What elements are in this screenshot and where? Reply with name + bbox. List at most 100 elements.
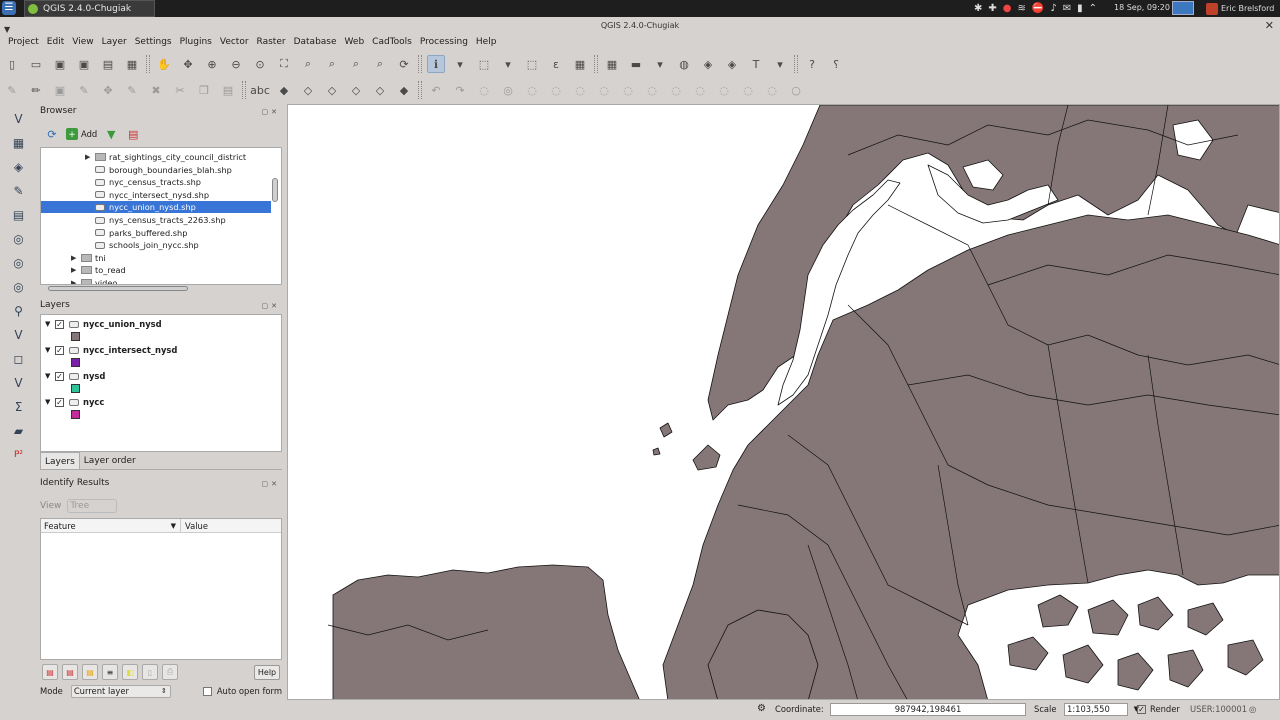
zoom-next-icon[interactable]: ⌕ bbox=[371, 55, 389, 73]
change-label-icon[interactable]: ◇ bbox=[371, 81, 389, 99]
layer-visibility-checkbox[interactable]: ✓ bbox=[55, 345, 64, 355]
add-vector-layer-icon[interactable]: V bbox=[9, 110, 29, 128]
pan-to-selection-icon[interactable]: ✥ bbox=[179, 55, 197, 73]
wifi-icon[interactable]: ≋ bbox=[1018, 3, 1026, 14]
expand-new-results-icon[interactable]: ▤ bbox=[82, 664, 98, 680]
record-icon[interactable]: ● bbox=[1003, 3, 1012, 14]
panel-float-close-icons[interactable]: ▢✕ bbox=[262, 108, 280, 116]
browser-horizontal-scrollbar[interactable] bbox=[40, 285, 282, 293]
identify-results-table[interactable]: Feature ▼ Value bbox=[40, 518, 282, 660]
delete-part-icon[interactable]: ◌ bbox=[595, 81, 613, 99]
menu-view[interactable]: View bbox=[68, 34, 97, 51]
menu-settings[interactable]: Settings bbox=[131, 34, 176, 51]
whats-this-icon[interactable]: ⸮ bbox=[827, 55, 845, 73]
small-island-polygon[interactable] bbox=[652, 447, 661, 456]
layer-symbol-swatch[interactable] bbox=[71, 410, 80, 419]
messages-icon[interactable]: ◎ bbox=[1249, 704, 1256, 714]
collapse-tree-icon[interactable]: ▤ bbox=[62, 664, 78, 680]
expand-arrow-icon[interactable]: ▶ bbox=[71, 264, 81, 276]
layer-row[interactable]: ▼ ✓ nycc bbox=[45, 396, 104, 408]
menu-project[interactable]: Project bbox=[4, 34, 43, 51]
map-render[interactable] bbox=[288, 105, 1280, 700]
add-feature-icon[interactable]: ✎ bbox=[75, 81, 93, 99]
layer-row[interactable]: ▼ ✓ nycc_union_nysd bbox=[45, 318, 162, 330]
node-tool-icon[interactable]: ✎ bbox=[123, 81, 141, 99]
browser-item[interactable]: ▶ video bbox=[41, 277, 117, 284]
bluetooth-icon[interactable]: ✱ bbox=[974, 3, 982, 14]
add-ring-icon[interactable]: ◎ bbox=[499, 81, 517, 99]
move-feature-icon[interactable]: ✥ bbox=[99, 81, 117, 99]
copy-features-icon[interactable]: ❐ bbox=[195, 81, 213, 99]
show-hide-labels-icon[interactable]: ◇ bbox=[299, 81, 317, 99]
menu-vector[interactable]: Vector bbox=[216, 34, 253, 51]
clear-highlights-icon[interactable]: ◧ bbox=[122, 664, 138, 680]
layer-name[interactable]: nycc_intersect_nysd bbox=[83, 345, 177, 355]
add-mssql-icon[interactable]: ▤ bbox=[9, 206, 29, 224]
deselect-icon[interactable]: ⬚ bbox=[523, 55, 541, 73]
menu-layer[interactable]: Layer bbox=[98, 34, 131, 51]
refresh-icon[interactable]: ⟳ bbox=[44, 126, 60, 142]
annotation-dropdown-icon[interactable]: ▾ bbox=[771, 55, 789, 73]
collapse-all-icon[interactable]: ▤ bbox=[125, 126, 141, 142]
panel-float-close-icons[interactable]: ▢✕ bbox=[262, 480, 280, 488]
undo-icon[interactable]: ↶ bbox=[427, 81, 445, 99]
show-bookmarks-icon[interactable]: ◈ bbox=[723, 55, 741, 73]
clock[interactable]: 18 Sep, 09:20 bbox=[1114, 3, 1170, 12]
attribute-table-icon[interactable]: ▦ bbox=[571, 55, 589, 73]
identify-icon[interactable]: ℹ bbox=[427, 55, 445, 73]
field-calculator-icon[interactable]: ▦ bbox=[603, 55, 621, 73]
delete-selected-icon[interactable]: ✖ bbox=[147, 81, 165, 99]
close-icon[interactable]: ✕ bbox=[1265, 17, 1274, 34]
small-island-polygon[interactable] bbox=[692, 444, 721, 471]
volume-icon[interactable]: ♪ bbox=[1050, 3, 1056, 14]
split-features-icon[interactable]: ◌ bbox=[667, 81, 685, 99]
layer-visibility-checkbox[interactable]: ✓ bbox=[55, 371, 64, 381]
browser-item[interactable]: borough_boundaries_blah.shp bbox=[41, 164, 232, 176]
browser-item[interactable]: nycc_union_nysd.shp bbox=[41, 201, 271, 214]
browser-vertical-scrollbar[interactable] bbox=[272, 178, 278, 202]
filter-icon[interactable]: ▼ bbox=[103, 126, 119, 142]
browser-item[interactable]: ▶ rat_sightings_city_council_district bbox=[41, 151, 246, 163]
menu-web[interactable]: Web bbox=[341, 34, 369, 51]
panel-float-close-icons[interactable]: ▢✕ bbox=[262, 302, 280, 310]
p2-icon[interactable]: P² bbox=[9, 446, 29, 464]
add-raster-layer-icon[interactable]: ▦ bbox=[9, 134, 29, 152]
print-icon[interactable]: ⎙ bbox=[162, 664, 178, 680]
new-shapefile-icon[interactable]: V bbox=[9, 326, 29, 344]
ruler-icon[interactable]: ▰ bbox=[9, 422, 29, 440]
collapse-arrow-icon[interactable]: ▼ bbox=[45, 320, 55, 328]
tab-layer-order[interactable]: Layer order bbox=[80, 452, 140, 469]
zoom-out-icon[interactable]: ⊖ bbox=[227, 55, 245, 73]
add-postgis-icon[interactable]: ◈ bbox=[9, 158, 29, 176]
layer-name[interactable]: nycc_union_nysd bbox=[83, 319, 162, 329]
measure-dropdown-icon[interactable]: ▾ bbox=[651, 55, 669, 73]
expand-arrow-icon[interactable]: ▶ bbox=[85, 151, 95, 163]
add-wfs-icon[interactable]: ◎ bbox=[9, 278, 29, 296]
menu-help[interactable]: Help bbox=[472, 34, 501, 51]
menu-raster[interactable]: Raster bbox=[253, 34, 290, 51]
new-gpx-icon[interactable]: V bbox=[9, 374, 29, 392]
small-island-polygon[interactable] bbox=[659, 422, 673, 438]
zoom-in-icon[interactable]: ⊕ bbox=[203, 55, 221, 73]
expression-select-icon[interactable]: ε bbox=[547, 55, 565, 73]
kde-menu-icon[interactable]: ☰ bbox=[2, 1, 16, 15]
simplify-icon[interactable]: ◌ bbox=[475, 81, 493, 99]
new-print-composer-icon[interactable]: ▤ bbox=[99, 55, 117, 73]
add-layer-button[interactable]: + Add bbox=[66, 126, 97, 142]
select-feature-icon[interactable]: ⬚ bbox=[475, 55, 493, 73]
help-button[interactable]: Help bbox=[254, 664, 280, 680]
layer-symbol-swatch[interactable] bbox=[71, 358, 80, 367]
zoom-to-layer-icon[interactable]: ⌕ bbox=[323, 55, 341, 73]
browser-item[interactable]: ▶ tni bbox=[41, 252, 106, 264]
stop-icon[interactable]: ⛔ bbox=[1032, 3, 1044, 14]
label-icon[interactable]: abc bbox=[250, 81, 270, 99]
merge-attributes-icon[interactable]: ◌ bbox=[739, 81, 757, 99]
composer-manager-icon[interactable]: ▦ bbox=[123, 55, 141, 73]
browser-item[interactable]: ▶ to_read bbox=[41, 264, 126, 276]
new-spatialite-icon[interactable]: ◻ bbox=[9, 350, 29, 368]
expand-arrow-icon[interactable]: ▶ bbox=[71, 277, 81, 284]
menu-edit[interactable]: Edit bbox=[43, 34, 68, 51]
merge-selected-icon[interactable]: ◌ bbox=[715, 81, 733, 99]
help-contents-icon[interactable]: ? bbox=[803, 55, 821, 73]
browser-item[interactable]: nycc_intersect_nysd.shp bbox=[41, 189, 209, 201]
